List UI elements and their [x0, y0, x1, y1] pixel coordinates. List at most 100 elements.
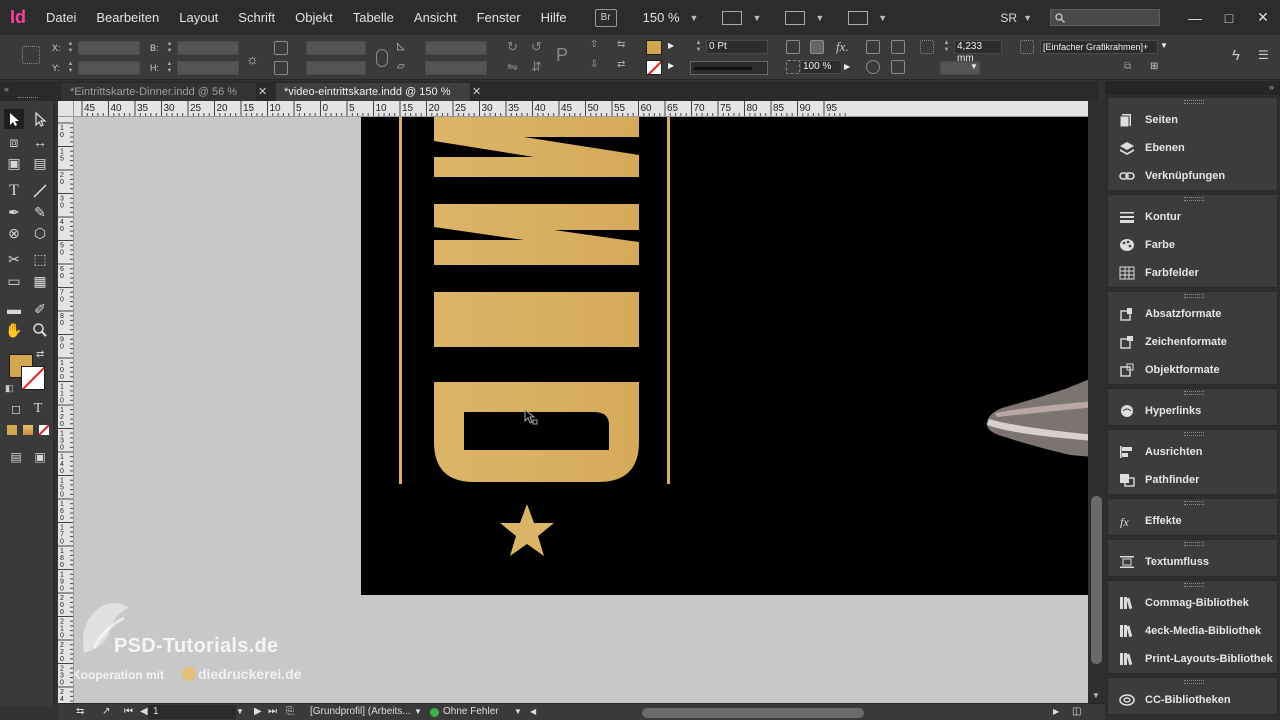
- gap-tool-icon[interactable]: ↔: [30, 132, 50, 152]
- reference-point-icon[interactable]: [22, 46, 40, 64]
- lightning-icon[interactable]: ϟ: [1232, 47, 1240, 64]
- clear-overrides-icon[interactable]: ⧉: [1124, 61, 1131, 72]
- select-container-icon[interactable]: ⇧: [590, 39, 598, 50]
- path-p-icon[interactable]: P: [556, 45, 568, 66]
- view-options-dropdown-icon[interactable]: ▼: [752, 13, 761, 23]
- panel-item-effekte[interactable]: fx Effekte: [1108, 507, 1279, 535]
- panel-item-ebenen[interactable]: Ebenen: [1108, 134, 1279, 162]
- screen-mode-dropdown-icon[interactable]: ▼: [815, 13, 824, 23]
- expand-panels-icon[interactable]: »: [1269, 82, 1274, 92]
- pen-tool-icon[interactable]: ✒: [4, 202, 24, 222]
- view-mode-icon[interactable]: ▤: [6, 447, 26, 467]
- panel-item-4eck-media-bibliothek[interactable]: 4eck-Media-Bibliothek: [1108, 617, 1279, 645]
- pasteboard[interactable]: PSD-Tutorials.de in Kooperation mit died…: [74, 117, 1088, 706]
- zoom-level[interactable]: 150 %: [643, 10, 680, 25]
- panel-item-kontur[interactable]: Kontur: [1108, 203, 1279, 231]
- panel-item-textumfluss[interactable]: Textumfluss: [1108, 548, 1279, 576]
- panel-item-seiten[interactable]: Seiten: [1108, 106, 1279, 134]
- errors-dropdown-icon[interactable]: ▼: [514, 707, 522, 716]
- panel-group-grip[interactable]: [1184, 432, 1204, 436]
- star-icon[interactable]: [498, 502, 556, 560]
- panel-item-commag-bibliothek[interactable]: Commag-Bibliothek: [1108, 589, 1279, 617]
- tab-eintrittskarte-dinner[interactable]: *Eintrittskarte-Dinner.indd @ 56 %: [62, 83, 256, 101]
- swap-colors-icon[interactable]: ⇄: [36, 349, 44, 360]
- user-dropdown-icon[interactable]: ▼: [1023, 13, 1032, 23]
- panel-group-grip[interactable]: [1184, 391, 1204, 395]
- menu-schrift[interactable]: Schrift: [228, 10, 285, 25]
- gradient-feather-tool-icon[interactable]: ▦: [30, 271, 50, 291]
- screen-mode-icon[interactable]: [785, 10, 806, 25]
- opacity-dropdown-icon[interactable]: ▶: [844, 62, 850, 71]
- offset-stepper-icon[interactable]: ▲ ▼: [942, 40, 951, 54]
- menu-hilfe[interactable]: Hilfe: [531, 10, 577, 25]
- apply-color-icon[interactable]: [7, 425, 17, 435]
- panel-group-grip[interactable]: [1184, 197, 1204, 201]
- horizontal-scroll-thumb[interactable]: [642, 708, 864, 718]
- quick-apply-icon[interactable]: ⊞: [1150, 61, 1158, 72]
- scroll-down-icon[interactable]: ▼: [1092, 691, 1100, 700]
- panel-item-hyperlinks[interactable]: Hyperlinks: [1108, 397, 1279, 425]
- select-next-icon[interactable]: ⇄: [617, 59, 625, 70]
- corner-shape-dropdown-icon[interactable]: ▼: [970, 62, 978, 71]
- menu-bearbeiten[interactable]: Bearbeiten: [86, 10, 169, 25]
- object-style-field[interactable]: [Einfacher Grafikrahmen]+: [1040, 40, 1158, 54]
- frame-fitting-icon[interactable]: [786, 40, 800, 54]
- x-stepper-icon[interactable]: ▲ ▼: [66, 41, 75, 55]
- collapse-toolbar-icon[interactable]: «: [4, 84, 9, 94]
- apply-none-icon[interactable]: [39, 425, 49, 435]
- polygon-tool-icon[interactable]: ⬡: [30, 223, 50, 243]
- minimize-button[interactable]: —: [1178, 0, 1212, 35]
- panel-item-cc-bibliotheken[interactable]: CC-Bibliotheken: [1108, 686, 1279, 714]
- vertical-ruler[interactable]: 1015203040506070809010011012013014015016…: [58, 117, 74, 706]
- flip-horizontal-icon[interactable]: ⇋: [507, 59, 518, 75]
- flip-vertical-icon[interactable]: ⇵: [531, 59, 542, 75]
- page-number-field[interactable]: 1: [148, 705, 236, 719]
- gold-vertical-rule-right[interactable]: [667, 117, 670, 484]
- menu-objekt[interactable]: Objekt: [285, 10, 343, 25]
- select-previous-icon[interactable]: ⇆: [617, 39, 625, 50]
- tab-close-icon[interactable]: ✕: [472, 85, 481, 98]
- y-field[interactable]: [78, 61, 140, 75]
- selection-tool-icon[interactable]: [4, 109, 24, 129]
- panel-item-print-layouts-bibliothek[interactable]: Print-Layouts-Bibliothek: [1108, 645, 1279, 673]
- panel-item-zeichenformate[interactable]: Zeichenformate: [1108, 328, 1279, 356]
- pencil-tool-icon[interactable]: ✎: [30, 202, 50, 222]
- panel-item-verknüpfungen[interactable]: Verknüpfungen: [1108, 162, 1279, 190]
- y-stepper-icon[interactable]: ▲ ▼: [66, 61, 75, 75]
- first-page-icon[interactable]: ⏮: [124, 706, 133, 717]
- object-style-dropdown-icon[interactable]: ▼: [1160, 41, 1168, 50]
- scroll-right-icon[interactable]: ▶: [1053, 707, 1059, 716]
- page-tool-icon[interactable]: ⧈: [4, 132, 24, 152]
- fill-swatch[interactable]: [646, 40, 662, 55]
- panel-group-grip[interactable]: [1184, 680, 1204, 684]
- control-menu-icon[interactable]: ☰: [1258, 48, 1269, 62]
- select-content-icon[interactable]: ⇩: [590, 59, 598, 70]
- fit-proportional-icon[interactable]: [810, 40, 824, 54]
- shear-field[interactable]: [425, 61, 487, 75]
- panel-item-pathfinder[interactable]: Pathfinder: [1108, 466, 1279, 494]
- scissors-tool-icon[interactable]: ✂: [4, 249, 24, 269]
- rotate-ccw-icon[interactable]: ↺: [531, 39, 542, 55]
- line-tool-icon[interactable]: [30, 181, 50, 201]
- rotate-cw-icon[interactable]: ↻: [507, 39, 518, 55]
- close-button[interactable]: ✕: [1246, 0, 1280, 35]
- align-top-icon[interactable]: [866, 40, 880, 54]
- gold-vertical-rule-left[interactable]: [399, 117, 402, 484]
- last-page-icon[interactable]: ⏭: [268, 706, 277, 717]
- panel-item-farbe[interactable]: Farbe: [1108, 231, 1279, 259]
- opacity-field[interactable]: 100 %: [800, 60, 842, 74]
- panel-group-grip[interactable]: [1184, 542, 1204, 546]
- tab-video-eintrittskarte[interactable]: *video-eintrittskarte.indd @ 150 %: [276, 83, 470, 101]
- type-tool-icon[interactable]: T: [4, 181, 24, 201]
- page-dropdown-icon[interactable]: ▼: [236, 707, 244, 716]
- rotate-icon[interactable]: ◺: [397, 41, 405, 52]
- rotate-field[interactable]: [425, 41, 487, 55]
- panel-group-grip[interactable]: [1184, 100, 1204, 104]
- direct-selection-tool-icon[interactable]: [30, 109, 50, 129]
- menu-layout[interactable]: Layout: [169, 10, 228, 25]
- offset-field[interactable]: 4,233 mm: [954, 40, 1002, 64]
- user-initials[interactable]: SR: [1000, 11, 1017, 25]
- arrange-documents-icon[interactable]: [848, 10, 869, 25]
- document-page[interactable]: [361, 117, 1088, 595]
- apply-gradient-icon[interactable]: [23, 425, 33, 435]
